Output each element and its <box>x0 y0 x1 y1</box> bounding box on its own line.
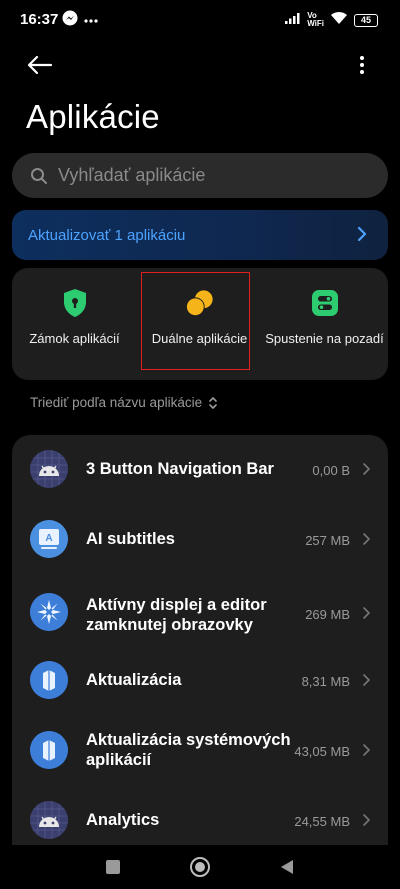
android-icon <box>30 801 68 839</box>
quick-action-label: Spustenie na pozadí <box>265 331 384 346</box>
display-editor-icon <box>30 593 68 631</box>
top-bar <box>0 45 400 85</box>
vowifi-indicator: Vo WiFi <box>307 12 324 28</box>
subtitles-icon: A <box>30 520 68 558</box>
system-nav-bar <box>0 845 400 889</box>
app-name: Aktualizácia systémových aplikácií <box>86 731 291 769</box>
search-icon <box>31 167 47 184</box>
list-item[interactable]: Aktualizácia 8,31 MB <box>12 655 388 721</box>
quick-action-app-lock[interactable]: Zámok aplikácií <box>12 268 137 380</box>
svg-text:A: A <box>45 533 52 544</box>
app-name: 3 Button Navigation Bar <box>86 460 274 478</box>
back-button[interactable] <box>22 49 58 81</box>
battery-indicator: 45 <box>354 13 378 27</box>
app-name: Analytics <box>86 811 160 829</box>
back-arrow-icon <box>27 55 53 75</box>
chevron-right-icon <box>363 463 371 475</box>
app-name: Aktívny displej a editor zamknutej obraz… <box>86 596 267 634</box>
status-system-icons: Vo WiFi 45 <box>285 11 378 29</box>
status-notification-icons <box>62 10 98 31</box>
app-size: 0,00 B <box>312 463 350 478</box>
chevron-right-icon <box>363 674 371 686</box>
update-apps-banner[interactable]: Aktualizovať 1 aplikáciu <box>12 210 388 260</box>
chevron-right-icon <box>357 226 367 242</box>
android-icon <box>30 450 68 488</box>
app-size: 257 MB <box>305 533 350 548</box>
status-bar: 16:37 Vo WiFi 45 <box>0 0 400 40</box>
system-update-icon <box>30 731 68 769</box>
app-size: 8,31 MB <box>301 674 350 689</box>
home-button[interactable] <box>190 857 210 877</box>
quick-actions-panel: Zámok aplikácií Duálne aplikácie Spusten… <box>12 268 388 380</box>
more-vertical-icon <box>360 56 364 74</box>
vowifi-bottom: WiFi <box>307 19 324 28</box>
search-placeholder: Vyhľadať aplikácie <box>58 165 206 185</box>
more-options-button[interactable] <box>352 49 372 81</box>
search-input[interactable]: Vyhľadať aplikácie <box>12 153 388 198</box>
chevron-right-icon <box>363 607 371 619</box>
update-apps-label: Aktualizovať 1 aplikáciu <box>28 226 186 244</box>
sort-label: Triediť podľa názvu aplikácie <box>30 395 203 410</box>
app-name: AI subtitles <box>86 530 175 548</box>
autostart-icon <box>310 288 340 318</box>
quick-action-label: Zámok aplikácií <box>29 331 120 346</box>
signal-icon <box>285 11 301 29</box>
list-item[interactable]: A AI subtitles 257 MB <box>12 503 388 575</box>
quick-action-autostart[interactable]: Spustenie na pozadí <box>262 268 387 380</box>
more-notifications-icon <box>84 11 98 29</box>
sort-updown-icon <box>209 396 217 409</box>
list-item[interactable]: 3 Button Navigation Bar 0,00 B <box>12 435 388 503</box>
chevron-right-icon <box>363 814 371 826</box>
chevron-right-icon <box>363 533 371 545</box>
list-item[interactable]: Aktívny displej a editor zamknutej obraz… <box>12 575 388 655</box>
recents-button[interactable] <box>106 860 120 874</box>
app-size: 43,05 MB <box>294 744 350 759</box>
update-icon <box>30 661 68 699</box>
messenger-icon <box>62 10 78 31</box>
chevron-right-icon <box>363 744 371 756</box>
highlight-annotation <box>141 272 250 370</box>
home-dot-icon <box>195 862 205 872</box>
app-size: 269 MB <box>305 607 350 622</box>
list-item[interactable]: Analytics 24,55 MB <box>12 795 388 845</box>
nav-back-button[interactable] <box>280 859 294 875</box>
status-time: 16:37 <box>20 11 59 28</box>
app-list: 3 Button Navigation Bar 0,00 B A AI subt… <box>12 435 388 845</box>
wifi-icon <box>330 11 348 30</box>
sort-selector[interactable]: Triediť podľa názvu aplikácie <box>30 395 218 410</box>
page-title: Aplikácie <box>26 98 160 135</box>
shield-lock-icon <box>60 288 90 318</box>
app-size: 24,55 MB <box>294 814 350 829</box>
app-name: Aktualizácia <box>86 671 182 689</box>
list-item[interactable]: Aktualizácia systémových aplikácií 43,05… <box>12 721 388 795</box>
